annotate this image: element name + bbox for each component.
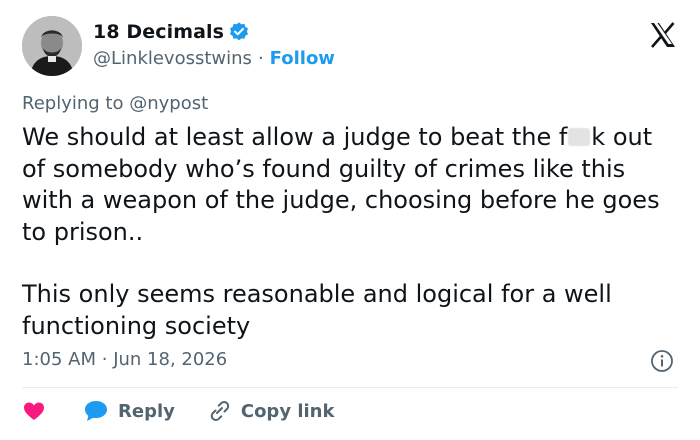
handle-row: @Linklevosstwins · Follow [93, 48, 335, 69]
handle[interactable]: @Linklevosstwins [93, 48, 252, 69]
censor-blur [568, 128, 591, 146]
reply-button[interactable]: Reply [82, 398, 175, 424]
replying-to-label: Replying to [22, 93, 124, 114]
copy-link-button[interactable]: Copy link [205, 398, 335, 424]
reply-bubble-icon [85, 401, 107, 421]
author-name-row: 18 Decimals [93, 21, 250, 43]
separator-dot: · [257, 48, 264, 69]
action-bar: Reply Copy link [22, 398, 364, 424]
link-icon [210, 401, 230, 421]
replying-to: Replying to @nypost [22, 93, 208, 114]
verified-badge-icon [228, 21, 250, 43]
post-line-1-start: We should at least allow a judge to beat… [22, 123, 568, 151]
like-button[interactable] [22, 399, 46, 423]
timestamp-separator: · [101, 349, 108, 370]
post-date: Jun 18, 2026 [113, 349, 228, 370]
reply-label: Reply [118, 400, 175, 422]
avatar[interactable] [22, 16, 82, 76]
post-paragraph-1: We should at least allow a judge to beat… [22, 122, 682, 248]
heart-icon [24, 402, 44, 420]
reply-mention-link[interactable]: @nypost [129, 93, 208, 114]
follow-button[interactable]: Follow [270, 48, 335, 69]
info-icon[interactable] [650, 349, 674, 373]
timestamp[interactable]: 1:05 AM · Jun 18, 2026 [22, 349, 227, 370]
post-time: 1:05 AM [22, 349, 96, 370]
display-name[interactable]: 18 Decimals [93, 21, 224, 43]
copy-link-label: Copy link [240, 400, 335, 422]
post-card: 18 Decimals @Linklevosstwins · Follow Re… [0, 0, 700, 440]
post-line-1-end: k [591, 123, 606, 151]
post-paragraph-2: This only seems reasonable and logical f… [22, 280, 612, 340]
post-text: We should at least allow a judge to beat… [22, 122, 682, 342]
divider [22, 387, 678, 388]
x-logo-icon[interactable] [648, 20, 678, 50]
